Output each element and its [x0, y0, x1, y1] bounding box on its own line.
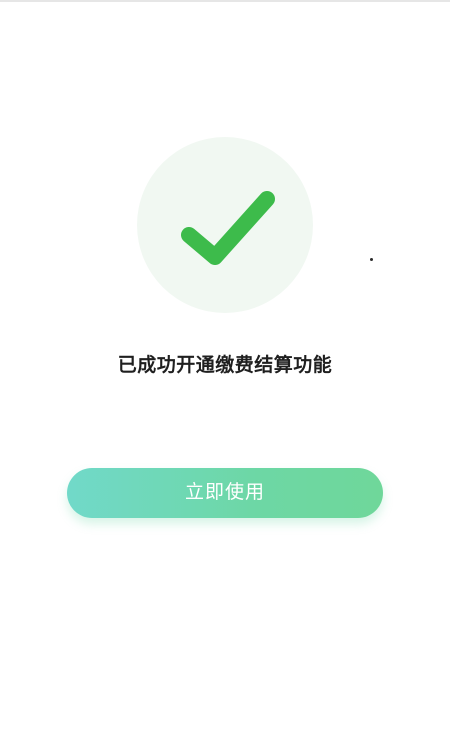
use-now-button[interactable]: 立即使用	[67, 468, 383, 518]
top-divider	[0, 0, 450, 2]
success-message: 已成功开通缴费结算功能	[117, 354, 333, 376]
stray-dot	[370, 258, 373, 261]
success-indicator	[137, 137, 313, 313]
check-icon	[181, 191, 275, 265]
